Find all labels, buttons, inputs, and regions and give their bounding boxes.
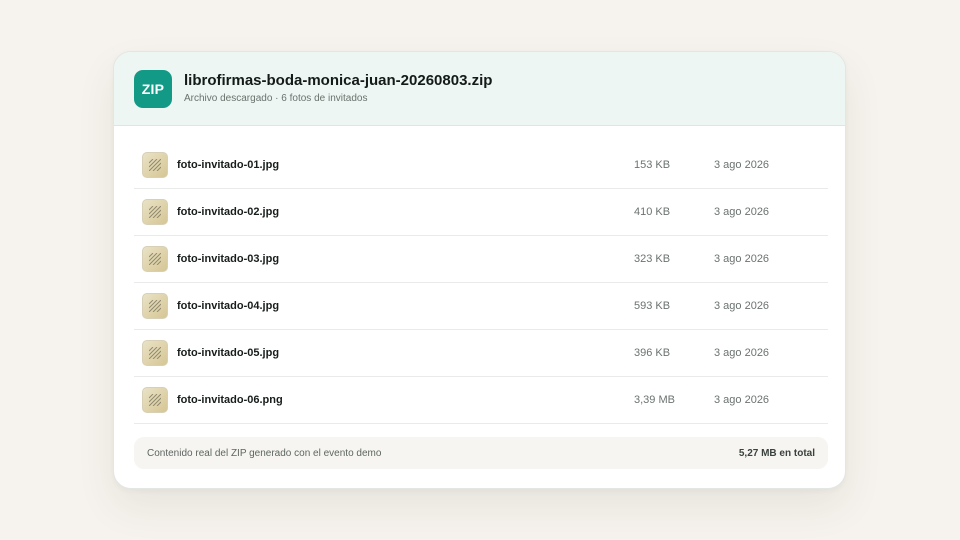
file-size: 410 KB [634, 206, 671, 218]
file-size: 153 KB [634, 159, 671, 171]
file-date: 3 ago 2026 [714, 394, 770, 406]
file-name: foto-invitado-04.jpg [177, 300, 280, 312]
file-list: foto-invitado-01.jpg 153 KB 3 ago 2026 f… [134, 142, 828, 424]
image-thumbnail-icon [142, 152, 168, 178]
file-date: 3 ago 2026 [714, 159, 770, 171]
archive-summary-bar: Contenido real del ZIP generado con el e… [134, 437, 828, 469]
file-row[interactable]: foto-invitado-06.png 3,39 MB 3 ago 2026 [134, 377, 828, 424]
file-size: 3,39 MB [634, 394, 675, 406]
file-row[interactable]: foto-invitado-02.jpg 410 KB 3 ago 2026 [134, 189, 828, 236]
file-date: 3 ago 2026 [714, 206, 770, 218]
archive-name: librofirmas-boda-monica-juan-20260803.zi… [184, 72, 493, 89]
file-date: 3 ago 2026 [714, 347, 770, 359]
file-row[interactable]: foto-invitado-01.jpg 153 KB 3 ago 2026 [134, 142, 828, 189]
file-size: 323 KB [634, 253, 671, 265]
archive-subtitle: Archivo descargado · 6 fotos de invitado… [184, 93, 368, 104]
file-size: 593 KB [634, 300, 671, 312]
image-thumbnail-icon [142, 387, 168, 413]
file-name: foto-invitado-05.jpg [177, 347, 280, 359]
total-size: 5,27 MB en total [738, 447, 815, 459]
file-name: foto-invitado-03.jpg [177, 253, 280, 265]
image-thumbnail-icon [142, 246, 168, 272]
file-name: foto-invitado-02.jpg [177, 206, 280, 218]
image-thumbnail-icon [142, 293, 168, 319]
file-date: 3 ago 2026 [714, 300, 770, 312]
file-row[interactable]: foto-invitado-03.jpg 323 KB 3 ago 2026 [134, 236, 828, 283]
zip-file-icon: ZIP [134, 69, 172, 108]
file-row[interactable]: foto-invitado-05.jpg 396 KB 3 ago 2026 [134, 330, 828, 377]
file-name: foto-invitado-06.png [177, 394, 283, 406]
image-thumbnail-icon [142, 199, 168, 225]
footer-note: Contenido real del ZIP generado con el e… [147, 447, 382, 459]
image-thumbnail-icon [142, 340, 168, 366]
zip-contents-card: ZIP librofirmas-boda-monica-juan-2026080… [113, 51, 846, 489]
file-row[interactable]: foto-invitado-04.jpg 593 KB 3 ago 2026 [134, 283, 828, 330]
archive-info: librofirmas-boda-monica-juan-20260803.zi… [184, 72, 492, 105]
file-name: foto-invitado-01.jpg [177, 159, 280, 171]
file-size: 396 KB [634, 347, 671, 359]
archive-header: ZIP librofirmas-boda-monica-juan-2026080… [114, 52, 845, 126]
file-date: 3 ago 2026 [714, 253, 770, 265]
